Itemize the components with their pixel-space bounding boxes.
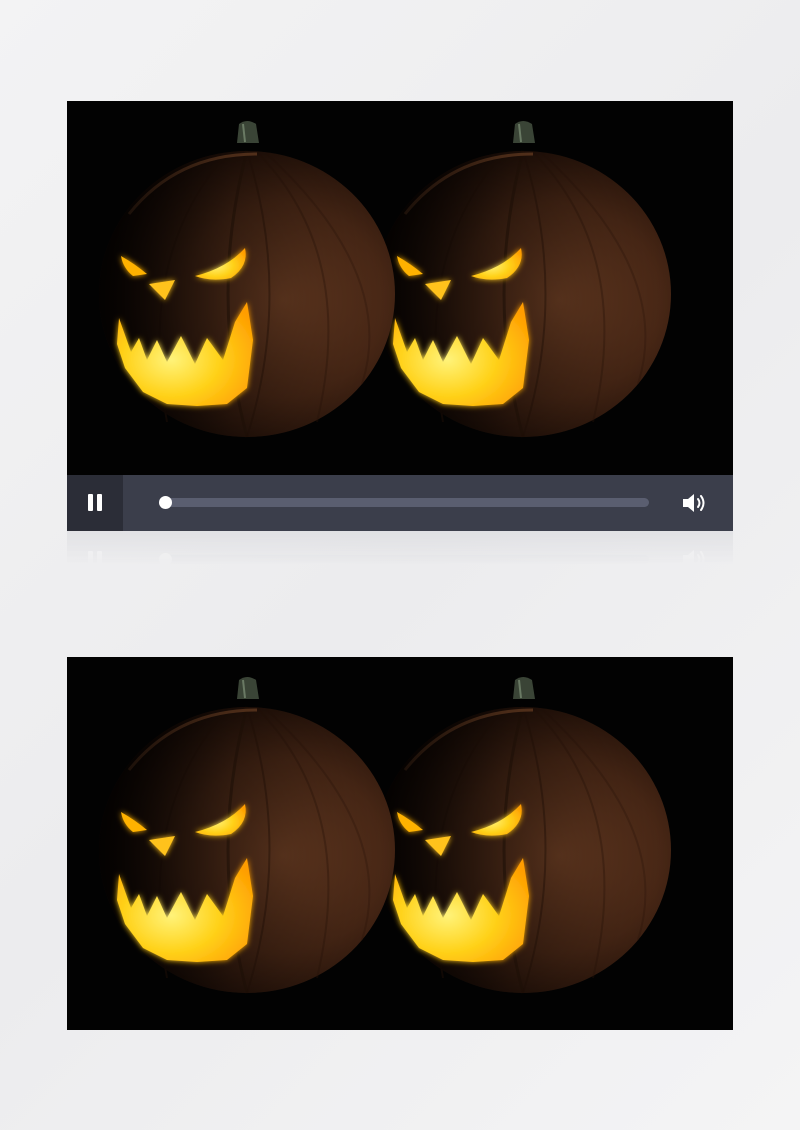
video-preview-still	[67, 657, 733, 1030]
video-frame[interactable]	[67, 101, 733, 474]
video-frame-still	[67, 657, 733, 1030]
video-player[interactable]	[67, 101, 733, 531]
progress-knob[interactable]	[159, 496, 172, 509]
volume-icon[interactable]	[681, 491, 709, 515]
pause-icon	[88, 494, 93, 511]
pause-button[interactable]	[67, 475, 123, 531]
control-bar-reflection	[67, 531, 733, 587]
progress-track[interactable]	[159, 496, 649, 509]
control-bar	[67, 475, 733, 531]
